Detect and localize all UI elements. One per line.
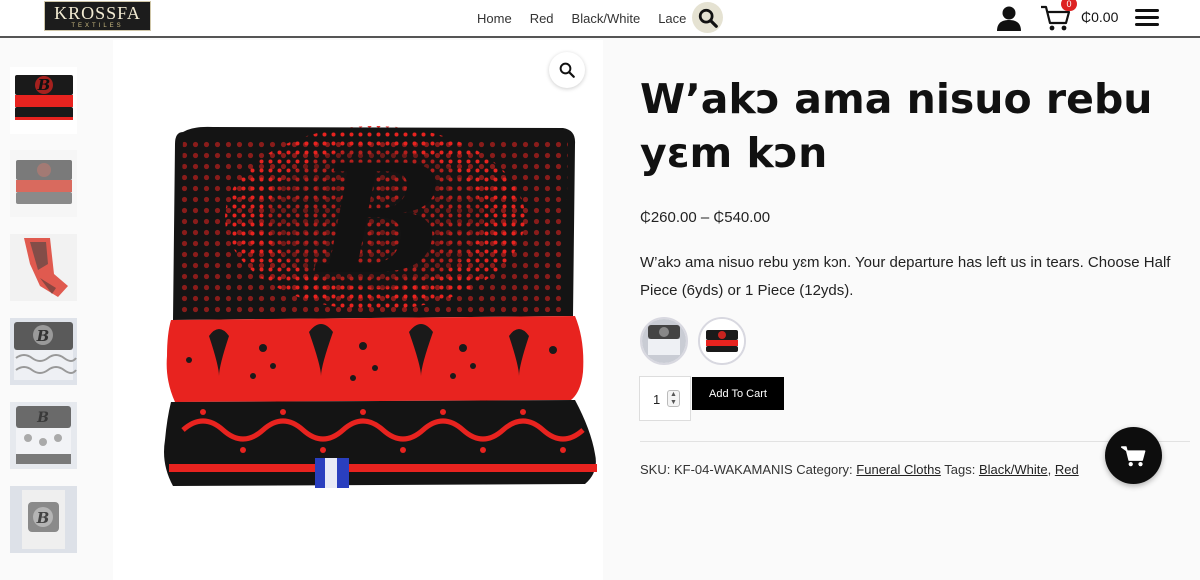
hamburger-menu-icon[interactable] bbox=[1135, 9, 1159, 27]
svg-text:B: B bbox=[36, 327, 50, 345]
sku-label: SKU: bbox=[640, 462, 671, 477]
quantity-value[interactable]: 1 bbox=[653, 392, 660, 407]
magnifier-icon bbox=[559, 62, 575, 78]
svg-text:B: B bbox=[36, 410, 49, 426]
search-icon bbox=[698, 8, 718, 28]
add-to-cart-button[interactable]: Add To Cart bbox=[692, 377, 784, 410]
tag-link-red[interactable]: Red bbox=[1055, 462, 1079, 477]
product-description: W’akɔ ama nisuo rebu yɛm kɔn. Your depar… bbox=[640, 254, 1171, 299]
variation-swatch-red[interactable] bbox=[698, 317, 746, 365]
tag-link-black-white[interactable]: Black/White bbox=[979, 462, 1048, 477]
site-logo[interactable]: KROSSFA TEXTILES bbox=[44, 1, 151, 31]
category-label: Category: bbox=[796, 462, 853, 477]
product-meta: SKU: KF-04-WAKAMANIS Category: Funeral C… bbox=[640, 462, 1079, 477]
product-thumbnail[interactable]: B bbox=[10, 318, 77, 385]
cart-total[interactable]: ₵0.00 bbox=[1081, 9, 1118, 25]
product-thumbnail[interactable]: B bbox=[10, 67, 77, 134]
nav-lace[interactable]: Lace bbox=[658, 11, 686, 26]
main-nav: Home Red Black/White Lace bbox=[468, 0, 695, 36]
product-thumbnail[interactable]: B bbox=[10, 402, 77, 469]
header-divider bbox=[0, 36, 1200, 38]
svg-text:B: B bbox=[36, 509, 50, 527]
product-price: ₵260.00 – ₵540.00 bbox=[640, 209, 771, 226]
product-title: W’akɔ ama nisuo rebu yɛm kɔn bbox=[640, 75, 1153, 177]
tags-label: Tags: bbox=[944, 462, 976, 477]
nav-black-white[interactable]: Black/White bbox=[572, 11, 641, 26]
category-link[interactable]: Funeral Cloths bbox=[856, 462, 941, 477]
variation-swatch-black-white[interactable] bbox=[640, 317, 688, 365]
product-thumbnail[interactable]: B bbox=[10, 486, 77, 553]
logo-subtext: TEXTILES bbox=[71, 23, 124, 29]
quantity-spin-arrows[interactable]: ▲ ▼ bbox=[667, 390, 680, 407]
tag-separator: , bbox=[1047, 462, 1052, 477]
nav-red[interactable]: Red bbox=[530, 11, 554, 26]
product-thumbnail[interactable] bbox=[10, 150, 77, 217]
cart-count-badge: 0 bbox=[1061, 0, 1077, 11]
svg-text:B: B bbox=[314, 132, 445, 308]
logo-text: KROSSFA bbox=[54, 3, 141, 23]
product-thumbnail[interactable] bbox=[10, 234, 77, 301]
svg-text:B: B bbox=[37, 76, 51, 94]
main-product-image[interactable]: B bbox=[113, 40, 603, 580]
nav-home[interactable]: Home bbox=[477, 11, 512, 26]
sku-value: KF-04-WAKAMANIS bbox=[673, 462, 793, 477]
site-header: KROSSFA TEXTILES Home Red Black/White La… bbox=[0, 0, 1200, 36]
user-account-icon[interactable] bbox=[995, 5, 1023, 31]
quantity-stepper[interactable]: 1 ▲ ▼ bbox=[639, 376, 691, 421]
search-button[interactable] bbox=[692, 2, 723, 33]
cart-icon bbox=[1120, 445, 1145, 466]
floating-cart-button[interactable] bbox=[1105, 427, 1162, 484]
zoom-image-button[interactable] bbox=[549, 52, 585, 88]
